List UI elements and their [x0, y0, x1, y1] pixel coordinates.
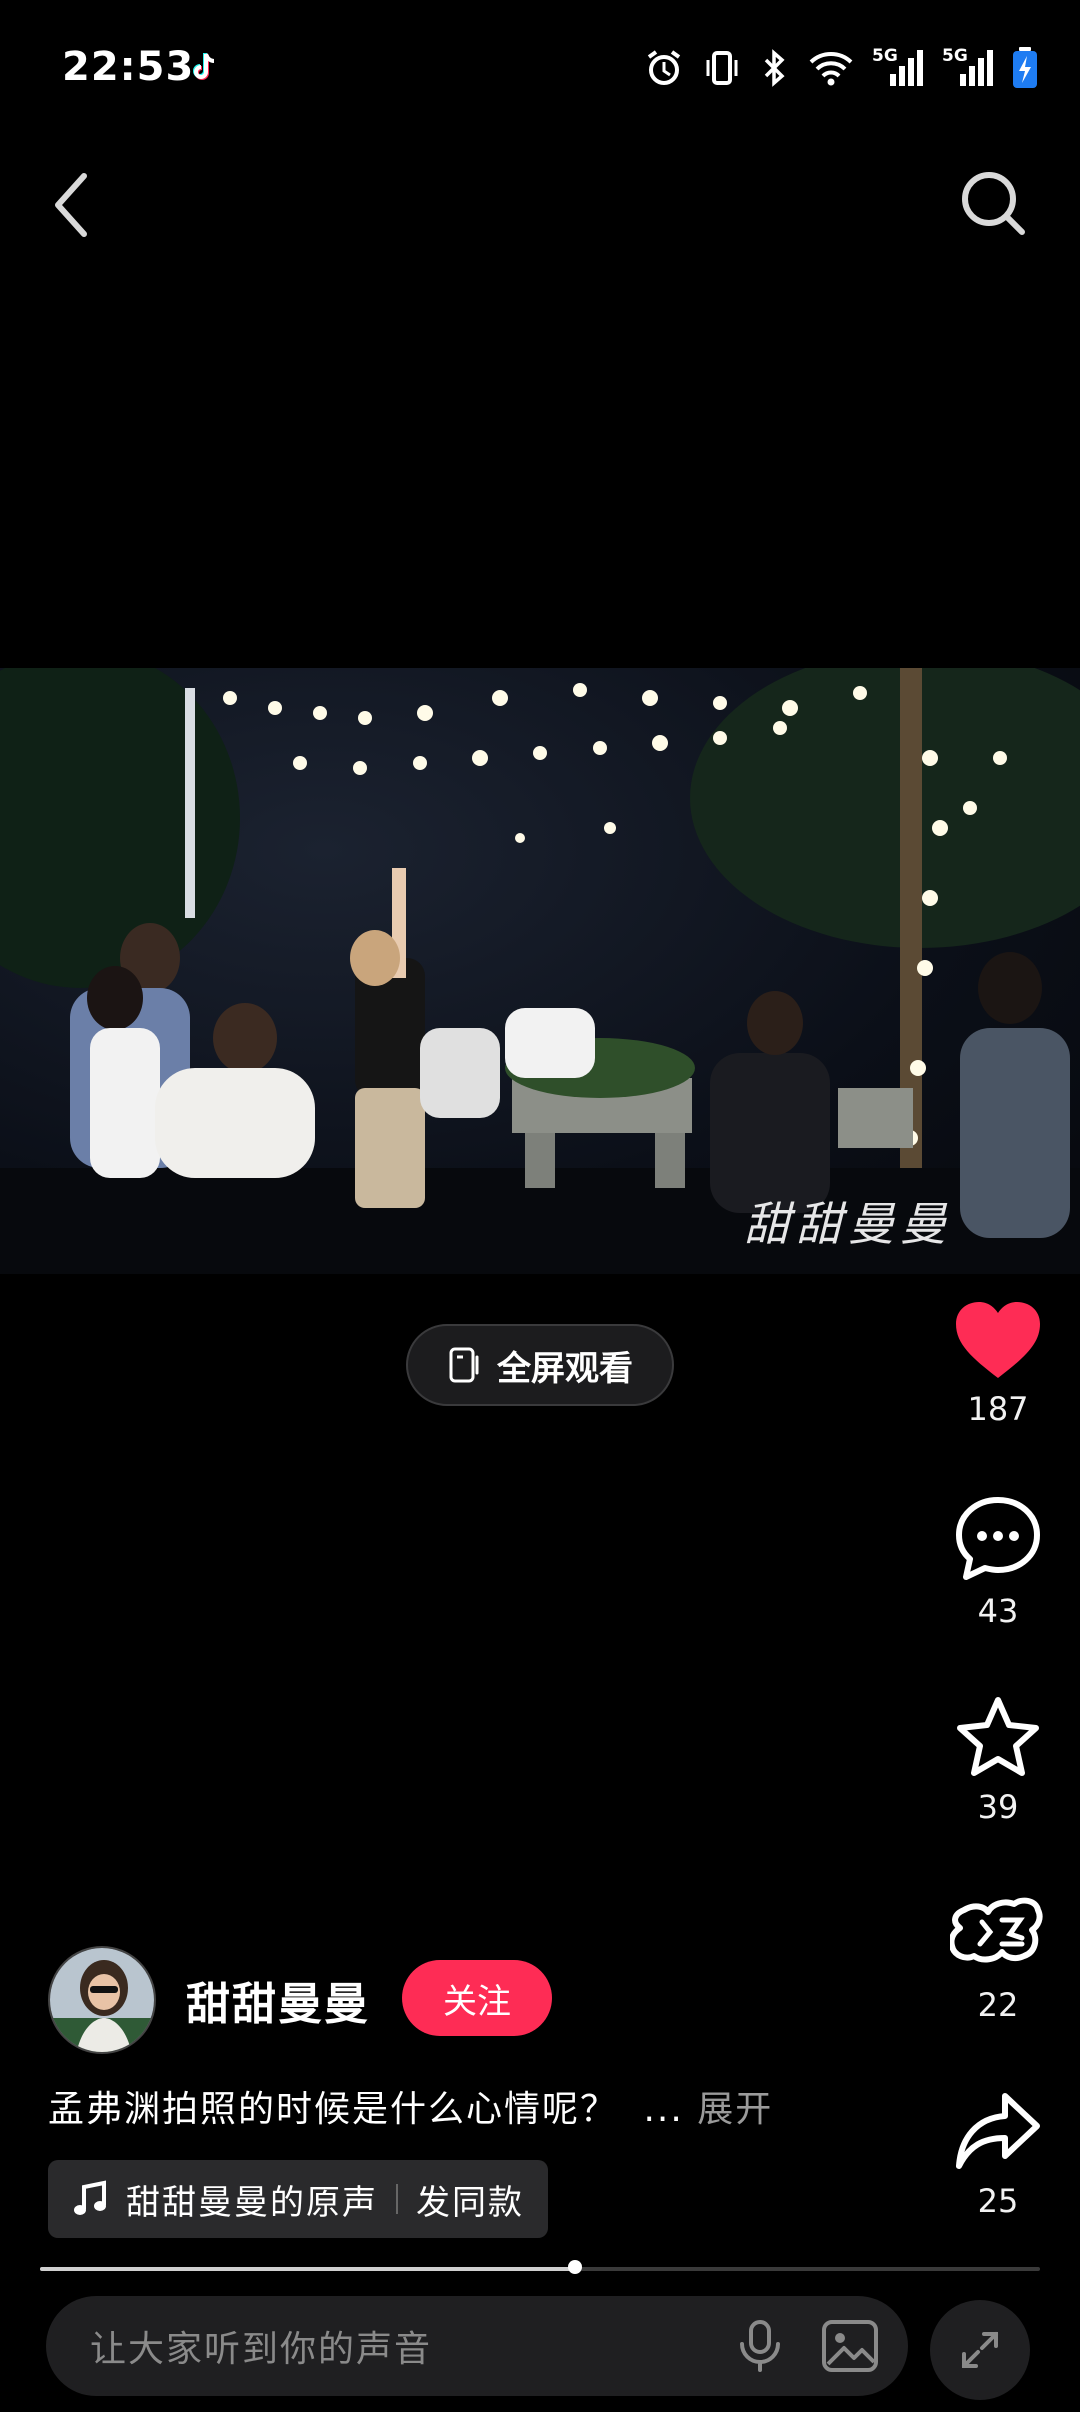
share-action[interactable]: 25	[948, 2088, 1048, 2220]
collapse-arrows-icon	[962, 2332, 998, 2368]
gift-count: 22	[977, 1986, 1019, 2024]
vibrate-icon	[706, 51, 738, 85]
gift-badge-icon	[950, 1897, 1043, 1963]
share-count: 25	[977, 2182, 1019, 2220]
music-note-icon	[74, 2180, 106, 2215]
comment-action[interactable]: 43	[948, 1494, 1048, 1630]
expand-caption-link[interactable]: 展开	[697, 2089, 773, 2130]
like-count: 187	[967, 1390, 1029, 1428]
progress-fill	[40, 2267, 575, 2271]
tiktok-icon	[193, 53, 215, 80]
battery-charging-icon	[1013, 47, 1037, 88]
use-sound-button[interactable]: 发同款	[416, 2175, 524, 2224]
favorite-count: 39	[977, 1788, 1019, 1826]
music-chip[interactable]: 甜甜曼曼的原声 发同款	[48, 2160, 548, 2238]
star-icon	[957, 1697, 1039, 1776]
status-time: 22:53	[62, 44, 195, 90]
author-name[interactable]: 甜甜曼曼	[186, 1968, 370, 2032]
progress-handle[interactable]	[568, 2260, 582, 2274]
alarm-icon	[647, 50, 681, 85]
comment-placeholder: 让大家听到你的声音	[90, 2329, 433, 2370]
bluetooth-icon	[764, 49, 785, 87]
signal-5g-icon: 5G	[942, 46, 994, 90]
comment-count: 43	[977, 1592, 1019, 1630]
heart-icon	[956, 1302, 1040, 1378]
microphone-icon[interactable]	[732, 2318, 788, 2374]
image-icon[interactable]	[818, 2316, 882, 2376]
music-divider	[396, 2184, 398, 2214]
rotate-screen-icon	[449, 1347, 479, 1383]
author-avatar[interactable]	[48, 1946, 156, 2054]
status-icons: 5G 5G	[644, 46, 1038, 90]
video-watermark: 甜甜曼曼	[744, 1197, 952, 1251]
video-caption[interactable]: 孟弗渊拍照的时候是什么心情呢？ ... 展开	[48, 2080, 773, 2132]
search-button[interactable]	[958, 168, 1028, 238]
video-frame	[0, 668, 1080, 1274]
expand-comments-button[interactable]	[930, 2300, 1030, 2400]
favorite-action[interactable]: 39	[948, 1694, 1048, 1826]
signal-5g-icon: 5G	[872, 46, 924, 90]
music-title: 甜甜曼曼的原声	[126, 2182, 378, 2223]
like-action[interactable]: 187	[948, 1298, 1048, 1428]
caption-ellipsis: ...	[643, 2089, 684, 2130]
fullscreen-label: 全屏观看	[497, 1348, 633, 1389]
avatar-image	[50, 1948, 154, 2052]
caption-text: 孟弗渊拍照的时候是什么心情呢？	[48, 2089, 619, 2130]
comment-icon	[956, 1497, 1040, 1580]
gift-action[interactable]: 22	[948, 1892, 1048, 2024]
wifi-icon	[809, 52, 853, 86]
fullscreen-button[interactable]: 全屏观看	[406, 1324, 674, 1406]
share-icon	[956, 2093, 1040, 2169]
follow-button[interactable]: 关注	[402, 1960, 552, 2036]
video-player[interactable]: 甜甜曼曼	[0, 668, 1080, 1274]
back-button[interactable]	[48, 168, 94, 242]
